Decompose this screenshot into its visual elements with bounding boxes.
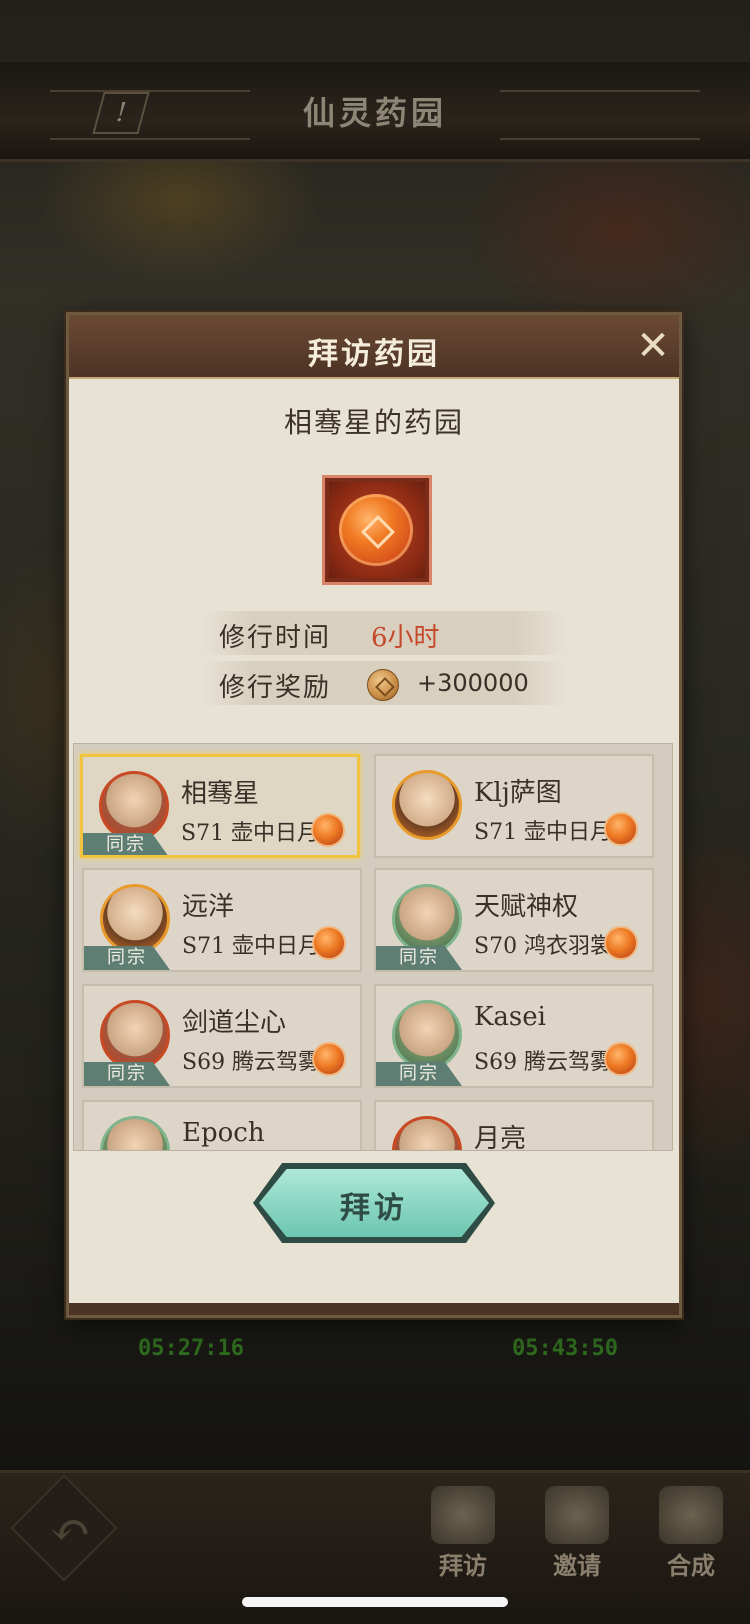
same-sect-badge: 同宗 <box>376 1062 462 1086</box>
time-value: 6小时 <box>371 623 440 653</box>
home-indicator[interactable] <box>242 1597 508 1607</box>
nav-visit[interactable]: 拜访 <box>418 1486 508 1581</box>
friend-card[interactable]: Epoch <box>82 1100 362 1150</box>
friend-card[interactable]: 同宗 天赋神权 S70 鸿衣羽裳 <box>374 868 654 972</box>
nav-visit-label: 拜访 <box>439 1551 487 1580</box>
friend-name: 远洋 <box>182 892 235 922</box>
plot-timer-1: 05:27:16 <box>138 1336 244 1361</box>
reward-item-frame <box>322 475 432 585</box>
coin-icon <box>312 926 346 960</box>
coin-icon <box>312 1042 346 1076</box>
dialog-title: 拜访药园 <box>308 337 440 372</box>
friend-server: S70 鸿衣羽裳 <box>474 934 613 959</box>
reward-item <box>329 482 425 578</box>
nav-synthesize[interactable]: 合成 <box>646 1486 736 1581</box>
friend-name: Klj萨图 <box>474 778 562 808</box>
visit-garden-dialog: 拜访药园 ✕ 相骞星的药园 修行时间 6小时 修行奖励 +300000 同宗 相… <box>66 312 682 1318</box>
friend-card[interactable]: 同宗 剑道尘心 S69 腾云驾雾 <box>82 984 362 1088</box>
avatar <box>100 1116 170 1150</box>
friend-card[interactable]: 同宗 Kasei S69 腾云驾雾 <box>374 984 654 1088</box>
visit-icon <box>431 1486 495 1544</box>
cultivation-time-row: 修行时间 6小时 <box>199 611 569 655</box>
reward-value: +300000 <box>417 669 529 697</box>
reward-label: 修行奖励 <box>219 673 332 703</box>
friend-server: S69 腾云驾雾 <box>474 1050 613 1075</box>
friend-server: S71 壶中日月 <box>182 934 321 959</box>
friend-name: 剑道尘心 <box>182 1008 287 1038</box>
visit-button-label[interactable]: 拜访 <box>259 1183 489 1227</box>
page-title: 仙灵药园 <box>302 94 447 132</box>
plot-timer-2: 05:43:50 <box>512 1336 618 1361</box>
coin-icon <box>604 926 638 960</box>
nav-invite-label: 邀请 <box>553 1551 601 1580</box>
avatar <box>392 884 462 954</box>
spirit-coin-icon <box>339 494 413 566</box>
friend-name: 月亮 <box>474 1124 527 1151</box>
avatar <box>100 1000 170 1070</box>
friend-card[interactable]: 月亮 <box>374 1100 654 1151</box>
friend-name: Kasei <box>474 1002 546 1032</box>
avatar <box>392 1116 462 1150</box>
friend-name: 相骞星 <box>181 779 260 809</box>
time-label: 修行时间 <box>219 623 332 653</box>
friend-card[interactable]: 同宗 相骞星 S71 壶中日月 <box>80 754 360 858</box>
friend-server: S71 壶中日月 <box>474 820 613 845</box>
same-sect-badge: 同宗 <box>83 833 169 855</box>
avatar <box>392 1000 462 1070</box>
friend-server: S71 壶中日月 <box>181 821 320 846</box>
avatar <box>99 771 169 841</box>
same-sect-badge: 同宗 <box>84 946 170 970</box>
nav-synthesize-label: 合成 <box>667 1551 715 1580</box>
garden-name: 相骞星的药园 <box>283 406 464 439</box>
friend-card[interactable]: Klj萨图 S71 壶中日月 <box>374 754 654 858</box>
coin-icon <box>604 1042 638 1076</box>
cultivation-reward-row: 修行奖励 +300000 <box>199 661 569 705</box>
invite-scroll-icon <box>545 1486 609 1544</box>
dialog-footer <box>69 1303 679 1315</box>
synthesize-icon <box>659 1486 723 1544</box>
coin-icon <box>604 812 638 846</box>
friend-name: 天赋神权 <box>474 892 579 922</box>
friend-list[interactable]: 同宗 相骞星 S71 壶中日月 Klj萨图 S71 壶中日月 同宗 远洋 S71… <box>73 743 673 1151</box>
close-icon[interactable]: ✕ <box>635 326 671 366</box>
friend-card[interactable]: 同宗 远洋 S71 壶中日月 <box>82 868 362 972</box>
avatar <box>100 884 170 954</box>
coin-icon <box>311 813 345 847</box>
back-arrow-icon: ↶ <box>49 1501 91 1559</box>
same-sect-badge: 同宗 <box>376 946 462 970</box>
nav-invite[interactable]: 邀请 <box>532 1486 622 1581</box>
coin-icon <box>367 669 399 701</box>
friend-server: S69 腾云驾雾 <box>182 1050 321 1075</box>
friend-name: Epoch <box>182 1118 265 1148</box>
same-sect-badge: 同宗 <box>84 1062 170 1086</box>
avatar <box>392 770 462 840</box>
